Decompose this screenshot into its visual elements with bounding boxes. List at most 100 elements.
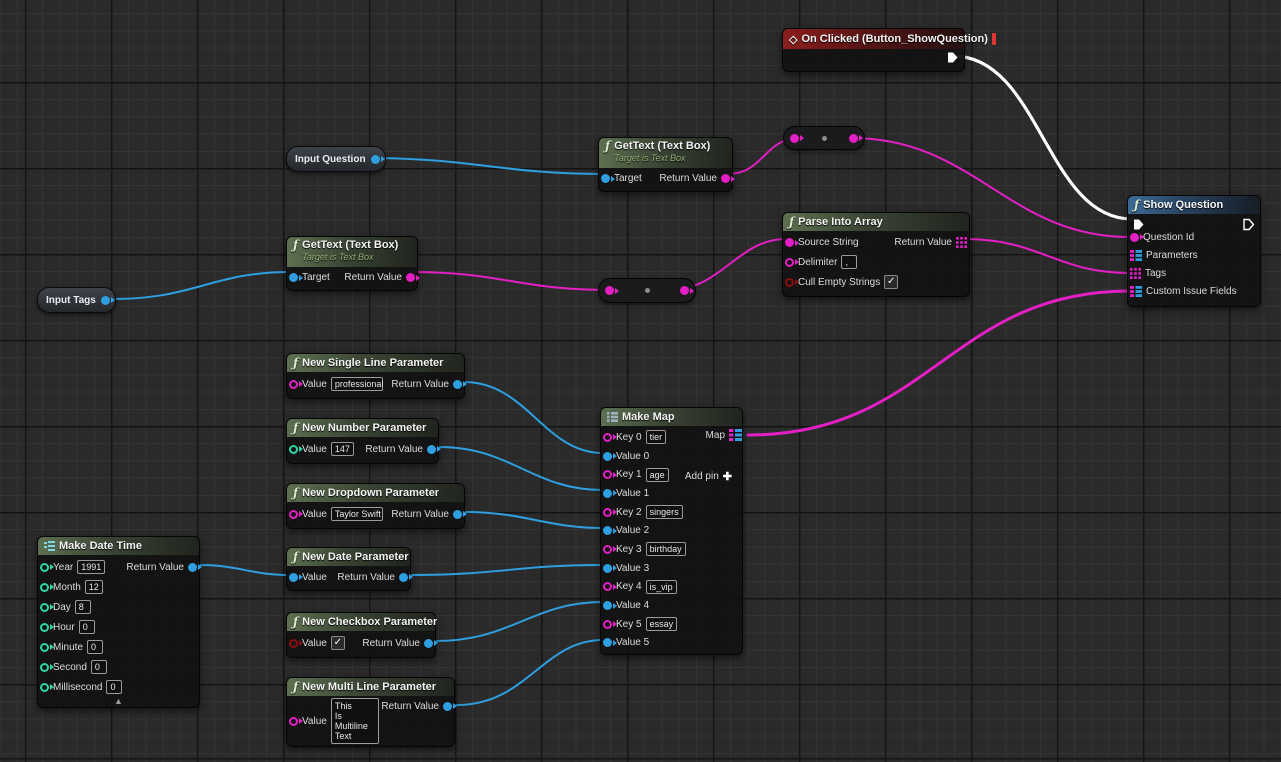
node-new-multi-line-parameter[interactable]: ƒ New Multi Line Parameter Value This Is… [286, 677, 455, 747]
year-pin[interactable] [40, 563, 49, 572]
node-new-checkbox-parameter[interactable]: ƒ New Checkbox Parameter Value ✓ Return … [286, 612, 436, 658]
value-pin[interactable] [289, 639, 298, 648]
node-header[interactable]: ƒ New Dropdown Parameter [287, 484, 464, 502]
key1-pin[interactable] [603, 470, 612, 479]
node-show-question[interactable]: ƒ Show Question Question Id Parameters [1127, 195, 1261, 307]
value4-pin[interactable] [603, 601, 612, 610]
key3-pin[interactable] [603, 545, 612, 554]
key4-input[interactable]: is_vip [646, 580, 677, 594]
node-gettext-textbox-bottom[interactable]: ƒ GetText (Text Box) Target is Text Box … [286, 236, 418, 291]
return-value-pin[interactable] [188, 563, 197, 572]
tags-array-pin[interactable] [1130, 268, 1141, 279]
minute-input[interactable]: 0 [87, 640, 103, 654]
node-on-clicked-event[interactable]: ◇ On Clicked (Button_ShowQuestion) [782, 28, 965, 72]
return-value-pin[interactable] [721, 174, 730, 183]
hour-pin[interactable] [40, 623, 49, 632]
return-value-pin[interactable] [406, 273, 415, 282]
node-new-date-parameter[interactable]: ƒ New Date Parameter Value Return Value [286, 547, 411, 591]
value-input[interactable]: 147 [331, 442, 354, 456]
node-header[interactable]: Make Map [601, 408, 742, 426]
return-value-pin[interactable] [427, 445, 436, 454]
node-header[interactable]: ƒ New Number Parameter [287, 419, 438, 437]
return-value-pin[interactable] [399, 573, 408, 582]
reroute-node-1[interactable] [783, 126, 865, 150]
node-header[interactable]: ƒ GetText (Text Box) Target is Text Box [287, 237, 417, 267]
value-pin[interactable] [289, 510, 298, 519]
question-id-pin[interactable] [1130, 233, 1139, 242]
node-gettext-textbox-top[interactable]: ƒ GetText (Text Box) Target is Text Box … [598, 137, 733, 192]
key2-input[interactable]: singers [646, 505, 683, 519]
return-value-pin[interactable] [453, 380, 462, 389]
node-header[interactable]: ƒ New Multi Line Parameter [287, 678, 454, 696]
value1-pin[interactable] [603, 489, 612, 498]
reroute-in-pin[interactable] [605, 286, 614, 295]
key2-pin[interactable] [603, 508, 612, 517]
cull-empty-strings-checkbox[interactable]: ✓ [884, 275, 898, 289]
node-header[interactable]: ƒ New Checkbox Parameter [287, 613, 435, 631]
target-pin[interactable] [601, 174, 610, 183]
key0-pin[interactable] [603, 433, 612, 442]
value3-pin[interactable] [603, 564, 612, 573]
value0-pin[interactable] [603, 452, 612, 461]
parameters-map-pin[interactable] [1130, 250, 1142, 261]
target-pin[interactable] [289, 273, 298, 282]
node-header[interactable]: ƒ New Date Parameter [287, 548, 410, 566]
day-pin[interactable] [40, 603, 49, 612]
millisecond-input[interactable]: 0 [106, 680, 122, 694]
add-pin-plus-icon[interactable]: ✚ [723, 470, 732, 483]
value-pin[interactable] [289, 717, 298, 726]
month-input[interactable]: 12 [85, 580, 103, 594]
value-pin[interactable] [289, 573, 298, 582]
value-multiline-input[interactable]: This Is Multiline Text [331, 698, 379, 744]
key5-input[interactable]: essay [646, 617, 678, 631]
return-value-pin[interactable] [443, 702, 452, 711]
value-checkbox[interactable]: ✓ [331, 636, 345, 650]
node-header[interactable]: Make Date Time [38, 537, 199, 555]
value5-pin[interactable] [603, 638, 612, 647]
exec-in-pin[interactable] [1132, 218, 1145, 231]
key5-pin[interactable] [603, 620, 612, 629]
node-new-single-line-parameter[interactable]: ƒ New Single Line Parameter Value profes… [286, 353, 465, 399]
node-header[interactable]: ƒ GetText (Text Box) Target is Text Box [599, 138, 732, 168]
reroute-out-pin[interactable] [849, 134, 858, 143]
key1-input[interactable]: age [646, 468, 669, 482]
node-header[interactable]: ƒ Show Question [1128, 196, 1260, 214]
year-input[interactable]: 1991 [77, 560, 105, 574]
value2-pin[interactable] [603, 526, 612, 535]
source-string-pin[interactable] [785, 238, 794, 247]
reroute-out-pin[interactable] [680, 286, 689, 295]
node-parse-into-array[interactable]: ƒ Parse Into Array Source String Return … [782, 212, 970, 297]
node-make-map[interactable]: Make Map Map Add pin ✚ Key 0 tier Value … [600, 407, 743, 655]
return-value-array-pin[interactable] [956, 237, 967, 248]
custom-issue-fields-map-pin[interactable] [1130, 286, 1142, 297]
variable-input-question[interactable]: Input Question [286, 146, 386, 172]
cull-empty-strings-pin[interactable] [785, 278, 794, 287]
reroute-in-pin[interactable] [790, 134, 799, 143]
key0-input[interactable]: tier [646, 430, 667, 444]
value-input[interactable]: Taylor Swift [331, 507, 384, 521]
hour-input[interactable]: 0 [79, 620, 95, 634]
node-new-number-parameter[interactable]: ƒ New Number Parameter Value 147 Return … [286, 418, 439, 464]
reroute-node-2[interactable] [598, 278, 696, 303]
value-pin[interactable] [289, 380, 298, 389]
blueprint-graph-canvas[interactable]: ◇ On Clicked (Button_ShowQuestion) ƒ Get… [0, 0, 1281, 762]
millisecond-pin[interactable] [40, 683, 49, 692]
minute-pin[interactable] [40, 643, 49, 652]
node-new-dropdown-parameter[interactable]: ƒ New Dropdown Parameter Value Taylor Sw… [286, 483, 465, 529]
value-input[interactable]: professional [331, 377, 384, 391]
variable-input-tags[interactable]: Input Tags [37, 287, 116, 313]
output-pin[interactable] [371, 155, 380, 164]
collapse-arrow-icon[interactable]: ▲ [114, 697, 123, 706]
node-header[interactable]: ◇ On Clicked (Button_ShowQuestion) [783, 29, 964, 49]
key4-pin[interactable] [603, 582, 612, 591]
second-input[interactable]: 0 [91, 660, 107, 674]
delimiter-input[interactable]: , [841, 255, 857, 269]
map-output-pin[interactable] [729, 429, 742, 441]
exec-out-pin[interactable] [946, 51, 959, 64]
exec-out-pin[interactable] [1242, 218, 1255, 231]
return-value-pin[interactable] [453, 510, 462, 519]
output-pin[interactable] [101, 296, 110, 305]
day-input[interactable]: 8 [75, 600, 91, 614]
return-value-pin[interactable] [424, 639, 433, 648]
key3-input[interactable]: birthday [646, 542, 686, 556]
